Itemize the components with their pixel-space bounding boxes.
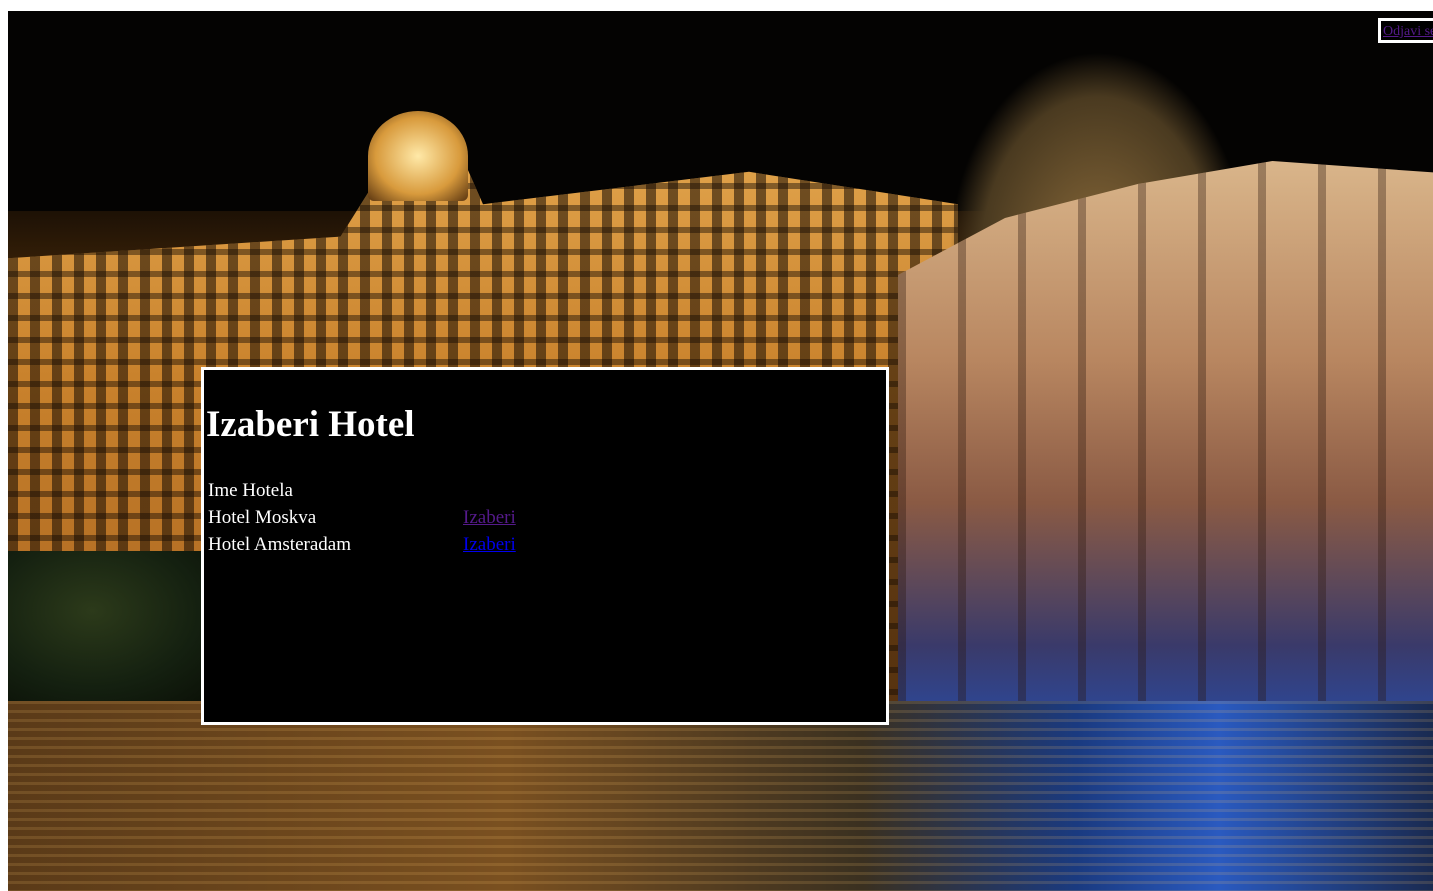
hotel-tower bbox=[368, 111, 468, 201]
table-row: Hotel Moskva Izaberi bbox=[208, 504, 708, 531]
hotel-selection-panel: Izaberi Hotel Ime Hotela Hotel Moskva Iz… bbox=[201, 367, 889, 725]
table-header-row: Ime Hotela bbox=[208, 477, 708, 504]
select-hotel-link[interactable]: Izaberi bbox=[463, 507, 516, 528]
trees bbox=[8, 551, 218, 701]
hotel-name: Hotel Amsteradam bbox=[208, 534, 351, 555]
logout-link[interactable]: Odjavi se bbox=[1383, 24, 1433, 39]
select-hotel-link[interactable]: Izaberi bbox=[463, 534, 516, 555]
lake-water bbox=[8, 701, 1433, 891]
hotel-table: Ime Hotela Hotel Moskva Izaberi Hotel Am… bbox=[208, 477, 708, 558]
hotel-name: Hotel Moskva bbox=[208, 507, 317, 528]
table-row: Hotel Amsteradam Izaberi bbox=[208, 531, 708, 558]
palace-building bbox=[898, 161, 1433, 731]
page-title: Izaberi Hotel bbox=[206, 404, 415, 445]
logout-box: Odjavi se bbox=[1378, 18, 1433, 43]
column-header-hotel-name: Ime Hotela bbox=[208, 480, 293, 501]
